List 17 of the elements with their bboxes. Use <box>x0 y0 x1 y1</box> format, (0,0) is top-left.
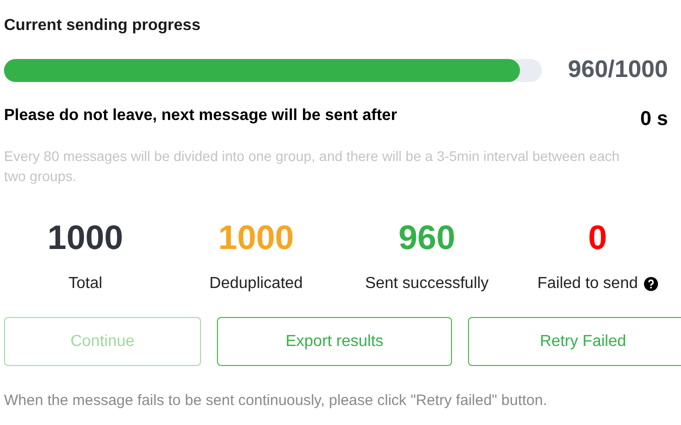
action-button[interactable]: Retry Failed <box>468 317 681 366</box>
interval-note: Every 80 messages will be divided into one group, and there will be a 3-5min interval between each two groups. <box>4 147 621 186</box>
action-button[interactable]: Export results <box>217 317 452 366</box>
wait-message: Please do not leave, next message will be sent after <box>4 106 398 126</box>
progress-title: Current sending progress <box>4 16 202 36</box>
stat-value: 1000 <box>48 218 124 258</box>
countdown: 0 s <box>640 107 668 132</box>
stat-label: Total <box>68 274 102 294</box>
help-icon[interactable] <box>644 277 658 291</box>
stat-label: Failed to send <box>537 274 638 294</box>
stat-label: Sent successfully <box>365 274 489 294</box>
stat-value: 960 <box>398 218 456 258</box>
stat-value: 0 <box>588 218 608 258</box>
stat-value: 1000 <box>218 218 294 258</box>
stat-label: Deduplicated <box>209 274 303 294</box>
progress-reading: 960/1000 <box>568 55 668 85</box>
retry-hint: When the message fails to be sent continuously, please click "Retry failed" button. <box>4 391 548 411</box>
